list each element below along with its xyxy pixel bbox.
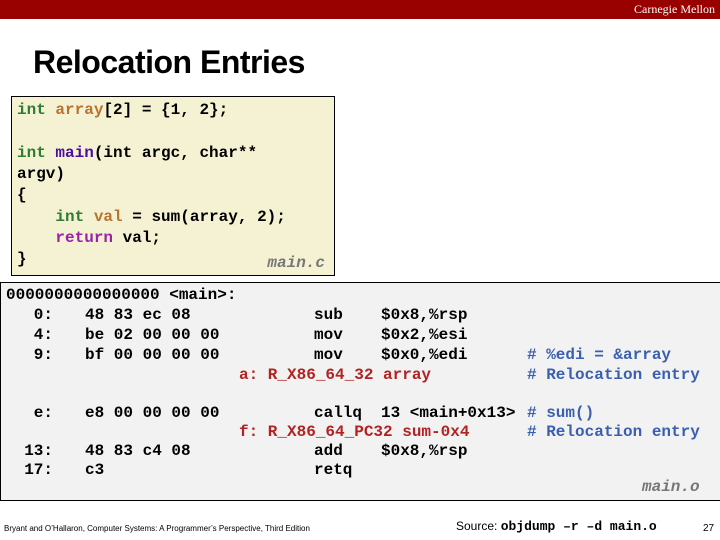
code-token: argv)	[17, 164, 66, 183]
source-line: int main(int argc, char**	[17, 143, 257, 164]
disassembly-header: 0000000000000000 <main>:	[6, 286, 237, 304]
instr-bytes: e8 00 00 00 00	[85, 404, 220, 422]
instr-bytes: 48 83 c4 08	[85, 442, 191, 460]
instr-opcode: mov	[314, 326, 343, 344]
code-token: = sum(array, 2);	[122, 207, 286, 226]
asm-comment: # Relocation entry	[527, 423, 700, 441]
source-note: Source: objdump –r –d main.o	[456, 519, 657, 534]
instr-opcode: retq	[314, 461, 353, 479]
source-code-box: main.c int array[2] = {1, 2}; int main(in…	[11, 96, 335, 276]
instr-address: 0:	[33, 306, 53, 324]
asm-comment: # Relocation entry	[527, 366, 700, 384]
asm-comment: # sum()	[527, 404, 595, 422]
source-line: int val = sum(array, 2);	[17, 207, 286, 228]
instr-address: 13:	[24, 442, 53, 460]
code-token: main	[55, 143, 94, 162]
instr-opcode: add	[314, 442, 343, 460]
code-token: int	[55, 207, 85, 226]
source-filename: main.c	[267, 254, 325, 272]
instr-address: 4:	[33, 326, 53, 344]
disassembly-box: 0000000000000000 <main>: main.o 0: 48 83 …	[0, 282, 720, 501]
code-token: }	[17, 250, 27, 269]
instr-opcode: callq	[314, 404, 363, 422]
instr-operands: $0x8,%rsp	[381, 442, 468, 460]
instr-address: 9:	[33, 346, 53, 364]
code-token: return	[55, 228, 114, 247]
instr-address: e:	[33, 404, 53, 422]
code-token: val;	[113, 228, 162, 247]
code-token: array	[55, 101, 104, 119]
instr-bytes: 48 83 ec 08	[85, 306, 191, 324]
source-line: argv)	[17, 164, 65, 185]
code-token: {	[17, 186, 27, 205]
code-token: [2] = {1, 2};	[103, 101, 229, 119]
instr-opcode: sub	[314, 306, 343, 324]
source-line: {	[17, 185, 27, 206]
source-line: int array[2] = {1, 2};	[17, 100, 228, 121]
instr-bytes: c3	[85, 461, 105, 479]
instr-address: 17:	[24, 461, 53, 479]
code-token: int	[17, 101, 46, 119]
instr-opcode: mov	[314, 346, 343, 364]
code-token: int	[17, 143, 46, 162]
instr-operands: $0x0,%edi	[381, 346, 468, 364]
source-label: Source:	[456, 519, 501, 533]
instr-operands: $0x2,%esi	[381, 326, 468, 344]
page-number: 27	[703, 523, 715, 534]
header-bar: Carnegie Mellon	[0, 0, 720, 19]
source-line: }	[17, 249, 27, 270]
citation: Bryant and O’Hallaron, Computer Systems:…	[4, 524, 310, 533]
code-token: val	[93, 207, 123, 226]
relocation-entry: f: R_X86_64_PC32 sum-0x4	[239, 423, 470, 441]
disassembly-filename: main.o	[642, 478, 700, 496]
source-line: return val;	[17, 228, 161, 249]
instr-bytes: bf 00 00 00 00	[85, 346, 220, 364]
brand-label: Carnegie Mellon	[634, 2, 715, 16]
code-token: (int argc, char**	[93, 143, 258, 162]
instr-bytes: be 02 00 00 00	[85, 326, 220, 344]
slide-title: Relocation Entries	[33, 44, 305, 80]
source-command: objdump –r –d main.o	[500, 519, 657, 534]
instr-operands: $0x8,%rsp	[381, 306, 468, 324]
relocation-entry: a: R_X86_64_32 array	[239, 366, 432, 384]
instr-operands: 13 <main+0x13>	[381, 404, 516, 422]
asm-comment: # %edi = &array	[527, 346, 672, 364]
